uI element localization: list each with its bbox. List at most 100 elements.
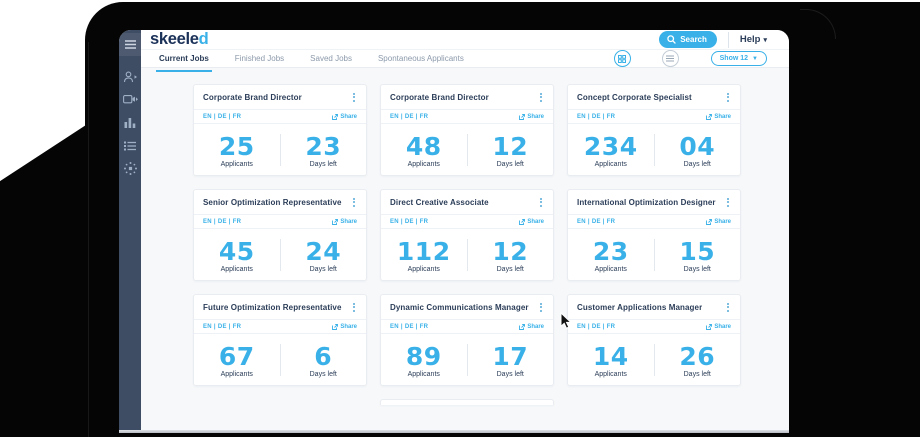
job-card[interactable]: Concept Corporate Specialist EN | DE | F… — [567, 84, 741, 176]
job-title: International Optimization Designer — [577, 197, 716, 207]
job-card[interactable]: Customer Applications Manager EN | DE | … — [567, 294, 741, 386]
language-badges: EN | DE | FR — [203, 218, 242, 225]
sidebar-item-integrations[interactable] — [119, 157, 141, 180]
share-label: Share — [340, 113, 357, 120]
job-card-partial[interactable] — [380, 399, 554, 405]
days-label: Days left — [309, 160, 337, 168]
external-link-icon — [706, 218, 713, 225]
skeeled-logo: skeeled — [150, 30, 209, 48]
external-link-icon — [332, 323, 339, 330]
hamburger-icon — [124, 40, 136, 49]
search-icon — [667, 35, 677, 44]
search-button[interactable]: Search — [659, 31, 717, 48]
share-label: Share — [340, 218, 357, 225]
job-card[interactable]: Dynamic Communications Manager EN | DE |… — [380, 294, 554, 386]
external-link-icon — [332, 113, 339, 120]
card-menu-button[interactable] — [538, 90, 544, 105]
sidebar-item-statistics[interactable] — [119, 111, 141, 134]
language-badges: EN | DE | FR — [390, 323, 429, 330]
days-count: 24 — [305, 236, 342, 266]
job-title: Corporate Brand Director — [390, 92, 489, 102]
job-card[interactable]: Future Optimization Representative EN | … — [193, 294, 367, 386]
sidebar — [119, 30, 141, 433]
share-button[interactable]: Share — [332, 219, 357, 225]
days-count: 12 — [492, 131, 529, 161]
card-menu-button[interactable] — [725, 300, 731, 315]
job-card[interactable]: Corporate Brand Director EN | DE | FR Sh… — [380, 84, 554, 176]
grid-view-button[interactable] — [613, 50, 631, 67]
network-icon — [123, 162, 137, 175]
applicants-label: Applicants — [407, 265, 440, 273]
share-button[interactable]: Share — [706, 219, 731, 225]
external-link-icon — [519, 323, 526, 330]
chevron-down-icon: ▼ — [752, 55, 758, 62]
share-button[interactable]: Share — [519, 114, 544, 120]
external-link-icon — [332, 218, 339, 225]
header-divider — [727, 31, 729, 48]
external-link-icon — [706, 113, 713, 120]
card-menu-button[interactable] — [538, 300, 544, 315]
screen-bottom-edge — [119, 430, 789, 433]
list-icon — [124, 141, 136, 150]
sidebar-item-candidates[interactable] — [119, 65, 141, 88]
share-button[interactable]: Share — [706, 114, 731, 120]
list-view-icon — [666, 55, 675, 62]
job-card[interactable]: Corporate Brand Director EN | DE | FR Sh… — [193, 84, 367, 176]
job-title: Direct Creative Associate — [390, 197, 489, 207]
share-label: Share — [527, 323, 544, 330]
applicants-count: 112 — [396, 236, 451, 266]
job-card[interactable]: Direct Creative Associate EN | DE | FR S… — [380, 189, 554, 281]
applicants-label: Applicants — [594, 370, 627, 378]
share-label: Share — [527, 218, 544, 225]
chevron-down-icon: ▾ — [763, 36, 767, 44]
tab-finished-jobs[interactable]: Finished Jobs — [235, 54, 284, 63]
card-menu-button[interactable] — [538, 195, 544, 210]
card-menu-button[interactable] — [351, 195, 357, 210]
days-count: 12 — [492, 236, 529, 266]
share-button[interactable]: Share — [332, 324, 357, 330]
help-menu[interactable]: Help ▾ — [740, 34, 767, 45]
external-link-icon — [519, 218, 526, 225]
language-badges: EN | DE | FR — [390, 218, 429, 225]
language-badges: EN | DE | FR — [203, 323, 242, 330]
days-label: Days left — [683, 265, 711, 273]
tab-spontaneous-applicants[interactable]: Spontaneous Applicants — [378, 54, 464, 63]
days-label: Days left — [496, 265, 524, 273]
external-link-icon — [706, 323, 713, 330]
main-panel: skeeled Search Help ▾ Current Jobs Finis… — [141, 30, 789, 433]
share-button[interactable]: Share — [519, 324, 544, 330]
days-label: Days left — [683, 370, 711, 378]
job-card[interactable]: Senior Optimization Representative EN | … — [193, 189, 367, 281]
applicants-label: Applicants — [407, 160, 440, 168]
card-menu-button[interactable] — [725, 195, 731, 210]
share-label: Share — [340, 323, 357, 330]
job-title: Senior Optimization Representative — [203, 197, 342, 207]
days-label: Days left — [309, 370, 337, 378]
tab-saved-jobs[interactable]: Saved Jobs — [310, 54, 352, 63]
share-button[interactable]: Share — [706, 324, 731, 330]
job-card[interactable]: International Optimization Designer EN |… — [567, 189, 741, 281]
days-label: Days left — [309, 265, 337, 273]
list-view-button[interactable] — [661, 50, 679, 67]
job-title: Corporate Brand Director — [203, 92, 302, 102]
card-menu-button[interactable] — [725, 90, 731, 105]
days-count: 15 — [679, 236, 716, 266]
menu-button[interactable] — [119, 33, 141, 56]
applicants-label: Applicants — [407, 370, 440, 378]
language-badges: EN | DE | FR — [577, 113, 616, 120]
share-button[interactable]: Share — [519, 219, 544, 225]
language-badges: EN | DE | FR — [577, 323, 616, 330]
device-base-left — [0, 125, 86, 437]
applicants-label: Applicants — [220, 160, 253, 168]
card-menu-button[interactable] — [351, 300, 357, 315]
card-menu-button[interactable] — [351, 90, 357, 105]
job-title: Concept Corporate Specialist — [577, 92, 692, 102]
language-badges: EN | DE | FR — [577, 218, 616, 225]
share-button[interactable]: Share — [332, 114, 357, 120]
job-title: Dynamic Communications Manager — [390, 302, 529, 312]
tab-current-jobs[interactable]: Current Jobs — [156, 54, 212, 72]
applicants-count: 89 — [405, 341, 442, 371]
sidebar-item-lists[interactable] — [119, 134, 141, 157]
show-count-dropdown[interactable]: Show 12 ▼ — [710, 51, 767, 66]
sidebar-item-videos[interactable] — [119, 88, 141, 111]
